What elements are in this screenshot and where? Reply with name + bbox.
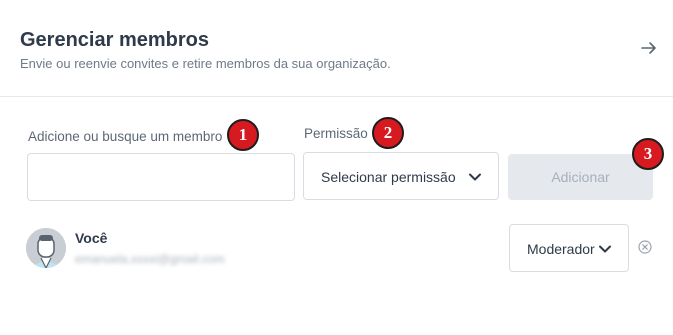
- member-search-label: Adicione ou busque um membro: [28, 129, 223, 144]
- panel-header: Gerenciar membros Envie ou reenvie convi…: [0, 0, 673, 97]
- add-member-button[interactable]: Adicionar: [508, 154, 653, 200]
- permission-select-value: Selecionar permissão: [321, 169, 456, 185]
- remove-member-icon[interactable]: [638, 240, 652, 254]
- step-badge-3: 3: [632, 138, 664, 170]
- member-search-input[interactable]: [27, 153, 295, 201]
- member-role-select[interactable]: Moderador: [509, 224, 629, 272]
- permission-label: Permissão: [304, 126, 368, 141]
- avatar: [26, 228, 66, 268]
- member-role-value: Moderador: [527, 241, 595, 257]
- page-title: Gerenciar membros: [20, 29, 209, 51]
- user-avatar-icon: [26, 228, 66, 268]
- chevron-down-icon: [469, 173, 481, 181]
- manage-members-panel: Gerenciar membros Envie ou reenvie convi…: [0, 0, 673, 335]
- chevron-down-icon: [599, 245, 611, 253]
- member-email: emanuela.xxxxi@gmail.com: [75, 252, 225, 266]
- member-name: Você: [75, 230, 108, 246]
- arrow-right-icon[interactable]: [640, 39, 658, 57]
- step-badge-2: 2: [372, 117, 404, 149]
- page-subtitle: Envie ou reenvie convites e retire membr…: [20, 56, 391, 71]
- permission-select[interactable]: Selecionar permissão: [303, 152, 499, 200]
- step-badge-1: 1: [227, 119, 259, 151]
